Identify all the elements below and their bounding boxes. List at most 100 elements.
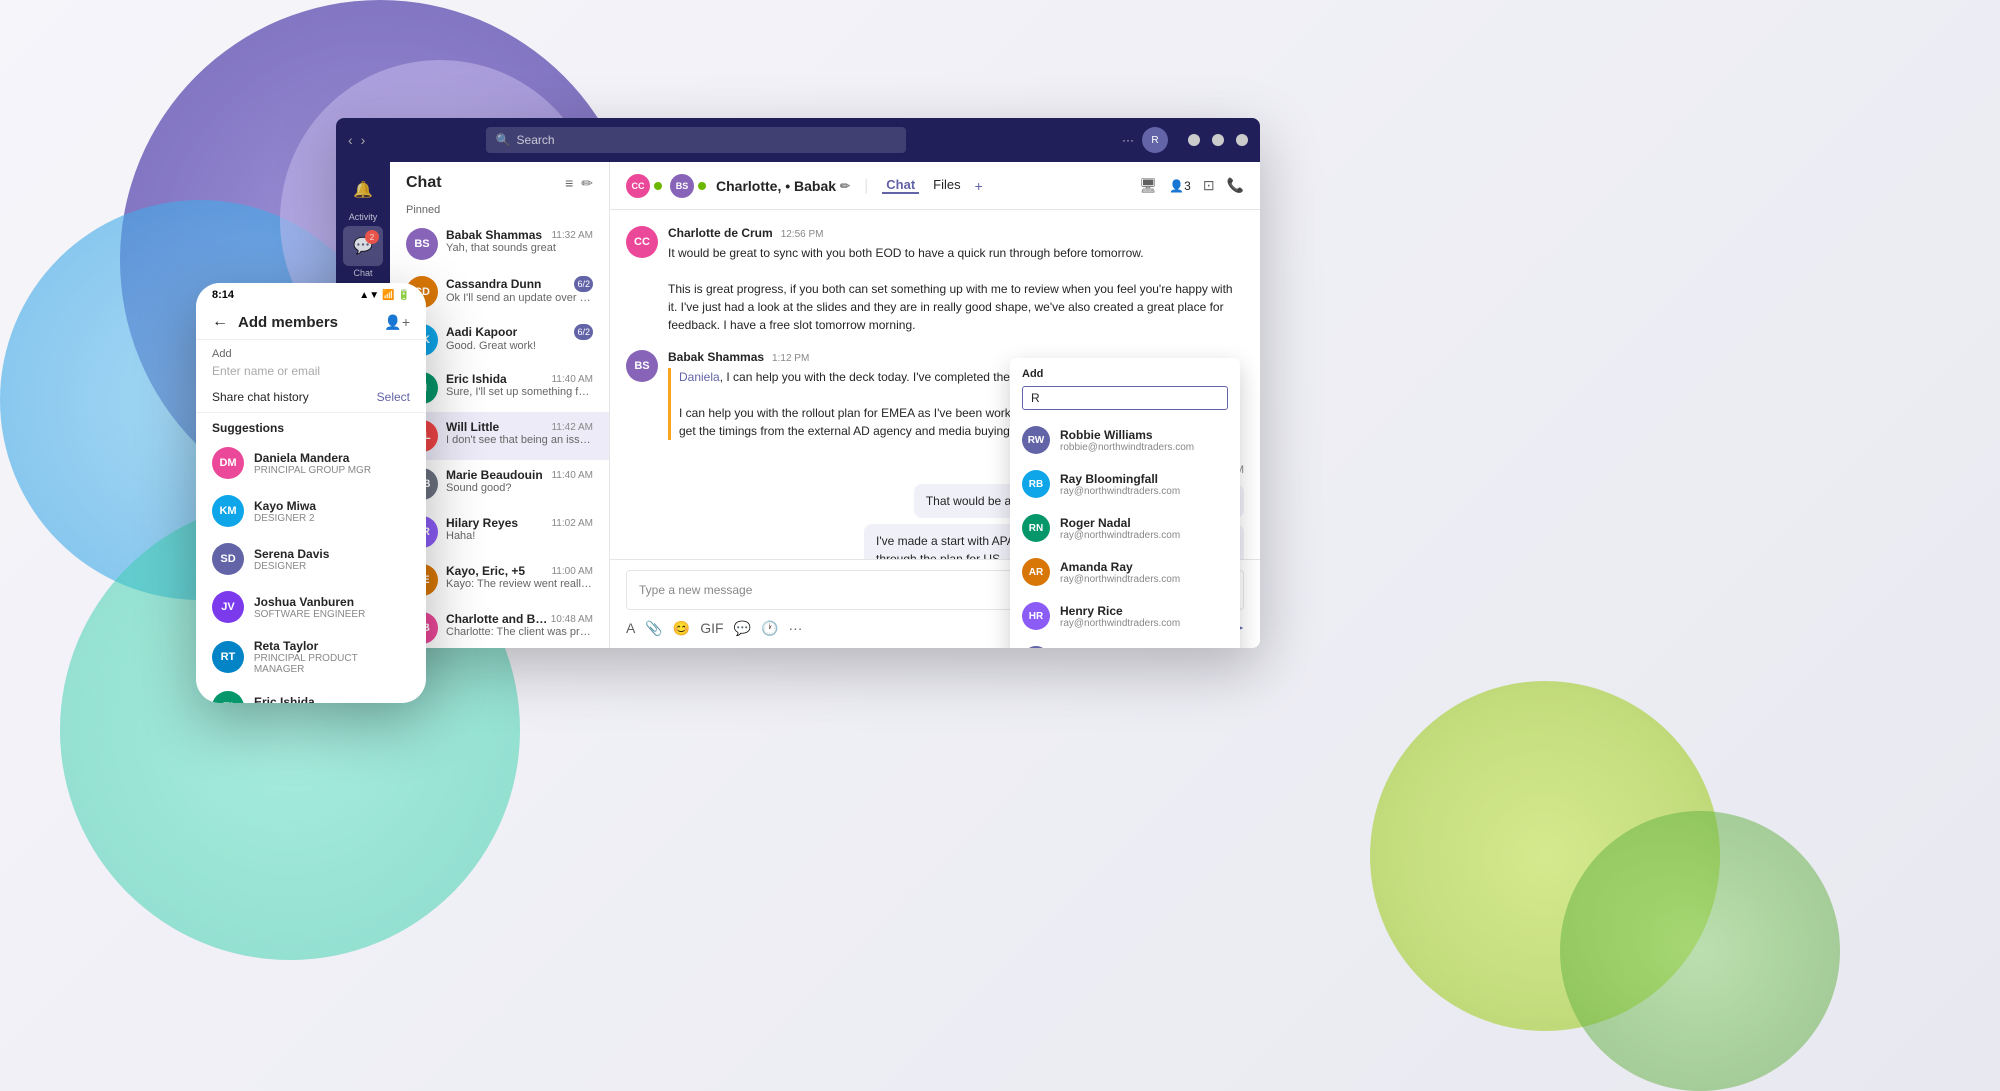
header-divider: | <box>864 177 868 195</box>
chat-badge: 2 <box>365 230 379 244</box>
phone-add-section: Add Enter name or email <box>196 340 426 382</box>
add-suggestion-roger[interactable]: RN Roger Nadal ray@northwindtraders.com <box>1010 506 1240 550</box>
phone-avatar-reta: RT <box>212 641 244 673</box>
format-button[interactable]: A <box>626 620 635 636</box>
chat-preview-babak: Yah, that sounds great <box>446 242 593 254</box>
chat-time-eric: 11:40 AM <box>551 374 593 385</box>
app-body: 🔔 Activity 💬 2 Chat 👥 Teams 📅 <box>336 162 1260 648</box>
chat-name-aadi: Aadi Kapoor <box>446 325 517 339</box>
sidebar-item-activity[interactable]: 🔔 Activity <box>343 170 383 222</box>
sug-avatar-roger: RN <box>1022 514 1050 542</box>
chat-preview-hilary: Haha! <box>446 530 593 542</box>
forward-button[interactable]: › <box>361 132 366 148</box>
minimize-button[interactable] <box>1188 134 1200 146</box>
search-bar[interactable]: 🔍 Search <box>486 127 906 153</box>
phone-suggestions-title: Suggestions <box>196 413 426 439</box>
phone-person-eric[interactable]: EI Eric Ishida DESIGNER 2 <box>196 683 426 703</box>
phone-role-kayo: DESIGNER 2 <box>254 513 316 524</box>
phone-select-button[interactable]: Select <box>377 390 410 404</box>
phone-back-button[interactable]: ← <box>212 313 228 331</box>
more-options-button[interactable]: ··· <box>1122 133 1134 147</box>
attach-button[interactable]: 📎 <box>645 620 662 637</box>
phone-person-serena[interactable]: SD Serena Davis DESIGNER <box>196 535 426 583</box>
chat-list-actions: ≡ ✏ <box>565 175 593 192</box>
phone-person-joshua[interactable]: JV Joshua Vanburen SOFTWARE ENGINEER <box>196 583 426 631</box>
emoji-button[interactable]: 😊 <box>673 620 690 637</box>
screen-share-button[interactable]: ⊡ <box>1203 177 1215 194</box>
video-call-button[interactable]: 🖥 <box>1139 177 1157 194</box>
phone-status-bar: 8:14 ▲▼ 📶 🔋 <box>196 283 426 305</box>
phone-name-eric: Eric Ishida <box>254 695 315 704</box>
chat-preview-kayo: Kayo: The review went really well! Can't… <box>446 578 593 590</box>
add-suggestion-robbie[interactable]: RW Robbie Williams robbie@northwindtrade… <box>1010 418 1240 462</box>
header-avatar-charlotte: CC <box>626 174 650 198</box>
phone-name-reta: Reta Taylor <box>254 639 410 653</box>
phone-person-daniela[interactable]: DM Daniela Mandera PRINCIPAL GROUP MGR <box>196 439 426 487</box>
sug-info-robbie: Robbie Williams robbie@northwindtraders.… <box>1060 428 1194 453</box>
chat-name-eric: Eric Ishida <box>446 372 507 386</box>
signal-icon: ▲▼ <box>359 290 379 301</box>
sidebar-label-activity: Activity <box>349 212 378 222</box>
sidebar-item-chat[interactable]: 💬 2 Chat <box>343 226 383 278</box>
search-icon: 🔍 <box>496 133 511 147</box>
back-button[interactable]: ‹ <box>348 132 353 148</box>
phone-role-joshua: SOFTWARE ENGINEER <box>254 609 365 620</box>
title-bar: ‹ › 🔍 Search ··· R <box>336 118 1260 162</box>
add-tab-button[interactable]: + <box>975 178 983 194</box>
tab-chat[interactable]: Chat <box>882 177 919 194</box>
compose-button[interactable]: ✏ <box>581 175 593 192</box>
add-suggestion-henry[interactable]: HR Henry Rice ray@northwindtraders.com <box>1010 594 1240 638</box>
sticker-button[interactable]: 💬 <box>734 620 751 637</box>
more-actions-button[interactable]: ··· <box>788 620 802 636</box>
filter-button[interactable]: ≡ <box>565 175 573 192</box>
chat-header: CC BS Charlotte, • Babak ✏ | Chat Files … <box>610 162 1260 210</box>
activity-icon: 🔔 <box>353 180 373 200</box>
tab-files[interactable]: Files <box>929 177 964 194</box>
phone-person-kayo[interactable]: KM Kayo Miwa DESIGNER 2 <box>196 487 426 535</box>
participant-count: 👤3 <box>1169 179 1191 193</box>
sug-avatar-robbie: RW <box>1022 426 1050 454</box>
add-suggestion-ray-b[interactable]: RB Ray Bloomingfall ray@northwindtraders… <box>1010 462 1240 506</box>
phone-name-kayo: Kayo Miwa <box>254 499 316 513</box>
chat-info-will: Will Little 11:42 AM I don't see that be… <box>446 420 593 446</box>
avatar-babak-shammas: BS <box>406 228 438 260</box>
sug-avatar-henry: HR <box>1022 602 1050 630</box>
phone-avatar-daniela: DM <box>212 447 244 479</box>
phone-avatar-kayo: KM <box>212 495 244 527</box>
title-bar-actions: ··· R <box>1122 127 1248 153</box>
schedule-button[interactable]: 🕐 <box>761 620 778 637</box>
call-button[interactable]: 📞 <box>1227 177 1244 194</box>
msg-time-charlotte: 12:56 PM <box>781 229 824 240</box>
chat-info-eric: Eric Ishida 11:40 AM Sure, I'll set up s… <box>446 372 593 398</box>
maximize-button[interactable] <box>1212 134 1224 146</box>
user-avatar[interactable]: R <box>1142 127 1168 153</box>
phone-person-reta[interactable]: RT Reta Taylor PRINCIPAL PRODUCT MANAGER <box>196 631 426 683</box>
phone-add-input[interactable]: Enter name or email <box>212 364 410 378</box>
add-suggestion-amanda[interactable]: AR Amanda Ray ray@northwindtraders.com <box>1010 550 1240 594</box>
edit-icon[interactable]: ✏ <box>840 179 850 193</box>
phone-info-serena: Serena Davis DESIGNER <box>254 547 329 572</box>
chat-preview-cassandra: Ok I'll send an update over later <box>446 292 593 304</box>
chat-time-babak: 11:32 AM <box>551 230 593 241</box>
battery-icon: 🔋 <box>398 290 410 301</box>
chat-preview-eric: Sure, I'll set up something for next wee… <box>446 386 593 398</box>
chat-participants-name: Charlotte, • Babak <box>716 178 836 194</box>
chat-input-placeholder: Type a new message <box>639 583 752 597</box>
chat-info-kayo: Kayo, Eric, +5 11:00 AM Kayo: The review… <box>446 564 593 590</box>
msg-sender-charlotte: Charlotte de Crum <box>668 226 773 240</box>
chat-preview-charlotte-babak: Charlotte: The client was pretty happy w… <box>446 626 593 638</box>
mention-daniela: Daniela <box>679 370 720 384</box>
chat-header-name: Charlotte, • Babak ✏ <box>716 178 850 194</box>
add-suggestion-rocket[interactable]: RS Rocket science 🚀 <box>1010 638 1240 648</box>
gif-button[interactable]: GIF <box>700 620 723 636</box>
phone-title: Add members <box>238 314 374 331</box>
close-button[interactable] <box>1236 134 1248 146</box>
title-bar-nav: ‹ › <box>348 132 365 148</box>
add-dropdown-input[interactable]: R <box>1022 386 1228 410</box>
chat-name-marie: Marie Beaudouin <box>446 468 543 482</box>
chat-time-will: 11:42 AM <box>551 422 593 433</box>
phone-add-person-icon[interactable]: 👤+ <box>384 314 410 331</box>
bg-circle-green2 <box>1560 811 1840 1091</box>
chat-item-babak-shammas[interactable]: BS Babak Shammas 11:32 AM Yah, that soun… <box>390 220 609 268</box>
sug-name-roger: Roger Nadal <box>1060 516 1180 530</box>
